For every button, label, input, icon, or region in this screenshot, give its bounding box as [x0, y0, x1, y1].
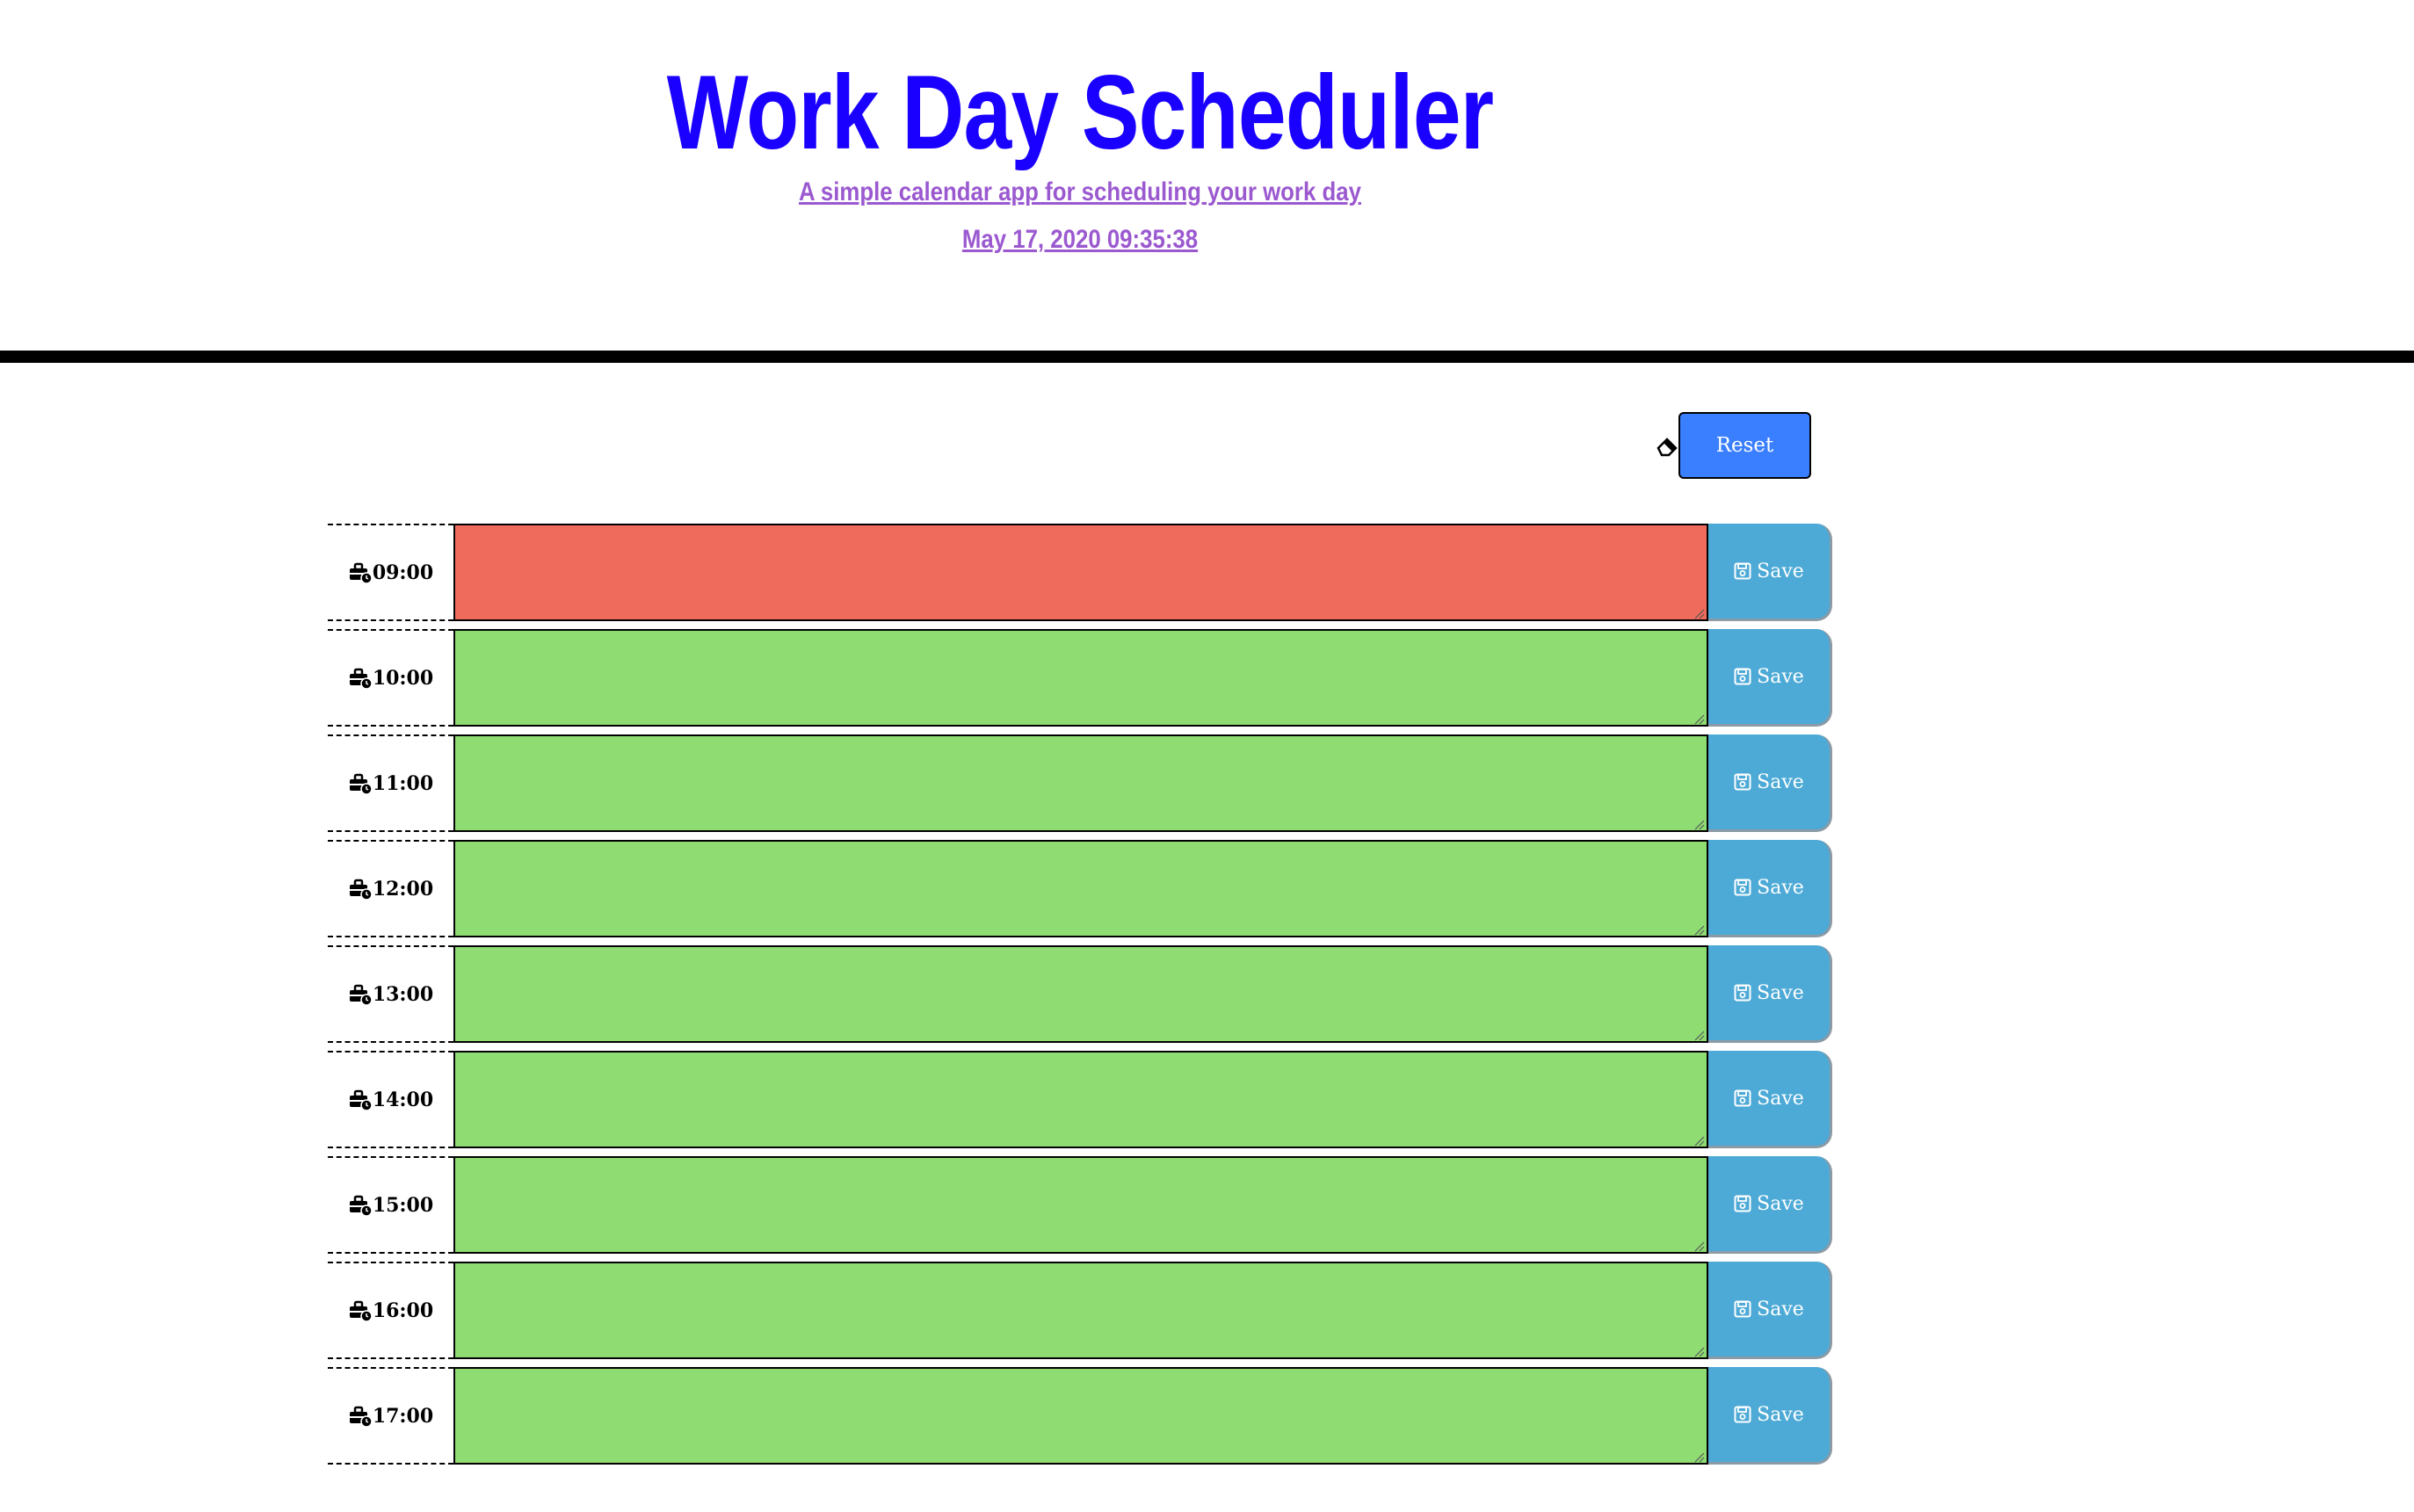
- event-textarea[interactable]: [453, 629, 1708, 727]
- page-subtitle: A simple calendar app for scheduling you…: [799, 177, 1361, 206]
- floppy-disk-icon: [1734, 1195, 1751, 1212]
- business-time-icon: [349, 562, 373, 584]
- floppy-disk-icon: [1734, 1406, 1751, 1423]
- save-button[interactable]: Save: [1708, 1156, 1832, 1254]
- event-textarea[interactable]: [453, 945, 1708, 1043]
- page-title: Work Day Scheduler: [666, 54, 1494, 171]
- save-label: Save: [1757, 560, 1804, 582]
- hour-label: 14:00: [372, 1088, 434, 1111]
- hour-label: 10:00: [372, 666, 434, 690]
- hour-label: 13:00: [372, 982, 434, 1006]
- save-button[interactable]: Save: [1708, 734, 1832, 832]
- time-block-row: 10:00 Save: [328, 627, 1832, 733]
- business-time-icon: [349, 984, 373, 1006]
- hour-label: 17:00: [372, 1404, 434, 1428]
- event-textarea[interactable]: [453, 1262, 1708, 1359]
- business-time-icon: [349, 773, 373, 795]
- save-button[interactable]: Save: [1708, 524, 1832, 621]
- event-textarea[interactable]: [453, 840, 1708, 937]
- reset-control: Reset: [1654, 412, 1811, 479]
- business-time-icon: [349, 668, 373, 690]
- save-label: Save: [1757, 770, 1804, 793]
- save-label: Save: [1757, 665, 1804, 688]
- time-block-row: 12:00 Save: [328, 838, 1832, 944]
- floppy-disk-icon: [1734, 773, 1751, 791]
- save-label: Save: [1757, 981, 1804, 1004]
- hour-label: 09:00: [372, 561, 434, 584]
- time-block-row: 16:00 Save: [328, 1260, 1832, 1365]
- current-datetime: May 17, 2020 09:35:38: [961, 225, 1199, 254]
- floppy-disk-icon: [1734, 984, 1751, 1002]
- save-button[interactable]: Save: [1708, 840, 1832, 937]
- save-button[interactable]: Save: [1708, 945, 1832, 1043]
- hour-cell: 10:00: [328, 629, 453, 727]
- time-block-row: 11:00 Save: [328, 733, 1832, 838]
- event-textarea[interactable]: [453, 1367, 1708, 1465]
- event-textarea[interactable]: [453, 524, 1708, 621]
- floppy-disk-icon: [1734, 1300, 1751, 1318]
- hour-cell: 16:00: [328, 1262, 453, 1359]
- save-label: Save: [1757, 1192, 1804, 1215]
- save-label: Save: [1757, 876, 1804, 899]
- page-header: Work Day Scheduler A simple calendar app…: [0, 0, 2414, 363]
- time-block-row: 17:00 Save: [328, 1365, 1832, 1471]
- time-block-row: 13:00 Save: [328, 944, 1832, 1049]
- event-textarea[interactable]: [453, 1051, 1708, 1148]
- save-button[interactable]: Save: [1708, 1262, 1832, 1359]
- time-block-list: 09:00 Save 10:00 Save 11:00 Save 12:00 Save 13:0…: [328, 522, 1832, 1471]
- event-textarea[interactable]: [453, 1156, 1708, 1254]
- save-label: Save: [1757, 1087, 1804, 1110]
- business-time-icon: [349, 1406, 373, 1428]
- hour-cell: 15:00: [328, 1156, 453, 1254]
- floppy-disk-icon: [1734, 1089, 1751, 1107]
- time-block-row: 09:00 Save: [328, 522, 1832, 627]
- business-time-icon: [349, 1300, 373, 1322]
- hour-cell: 17:00: [328, 1367, 453, 1465]
- time-block-row: 14:00 Save: [328, 1049, 1832, 1154]
- hour-cell: 09:00: [328, 524, 453, 621]
- floppy-disk-icon: [1734, 668, 1751, 685]
- hour-cell: 14:00: [328, 1051, 453, 1148]
- business-time-icon: [349, 879, 373, 901]
- save-button[interactable]: Save: [1708, 1367, 1832, 1465]
- hour-label: 11:00: [372, 771, 434, 795]
- reset-button[interactable]: Reset: [1678, 412, 1811, 479]
- hour-cell: 11:00: [328, 734, 453, 832]
- floppy-disk-icon: [1734, 562, 1751, 580]
- hour-cell: 13:00: [328, 945, 453, 1043]
- hour-label: 15:00: [372, 1193, 434, 1217]
- save-label: Save: [1757, 1298, 1804, 1320]
- business-time-icon: [349, 1195, 373, 1217]
- floppy-disk-icon: [1734, 879, 1751, 896]
- save-button[interactable]: Save: [1708, 1051, 1832, 1148]
- event-textarea[interactable]: [453, 734, 1708, 832]
- business-time-icon: [349, 1089, 373, 1111]
- hour-cell: 12:00: [328, 840, 453, 937]
- hour-label: 12:00: [372, 877, 434, 901]
- eraser-icon: [1656, 438, 1678, 457]
- time-block-row: 15:00 Save: [328, 1154, 1832, 1260]
- save-label: Save: [1757, 1403, 1804, 1426]
- hour-label: 16:00: [372, 1299, 434, 1322]
- save-button[interactable]: Save: [1708, 629, 1832, 727]
